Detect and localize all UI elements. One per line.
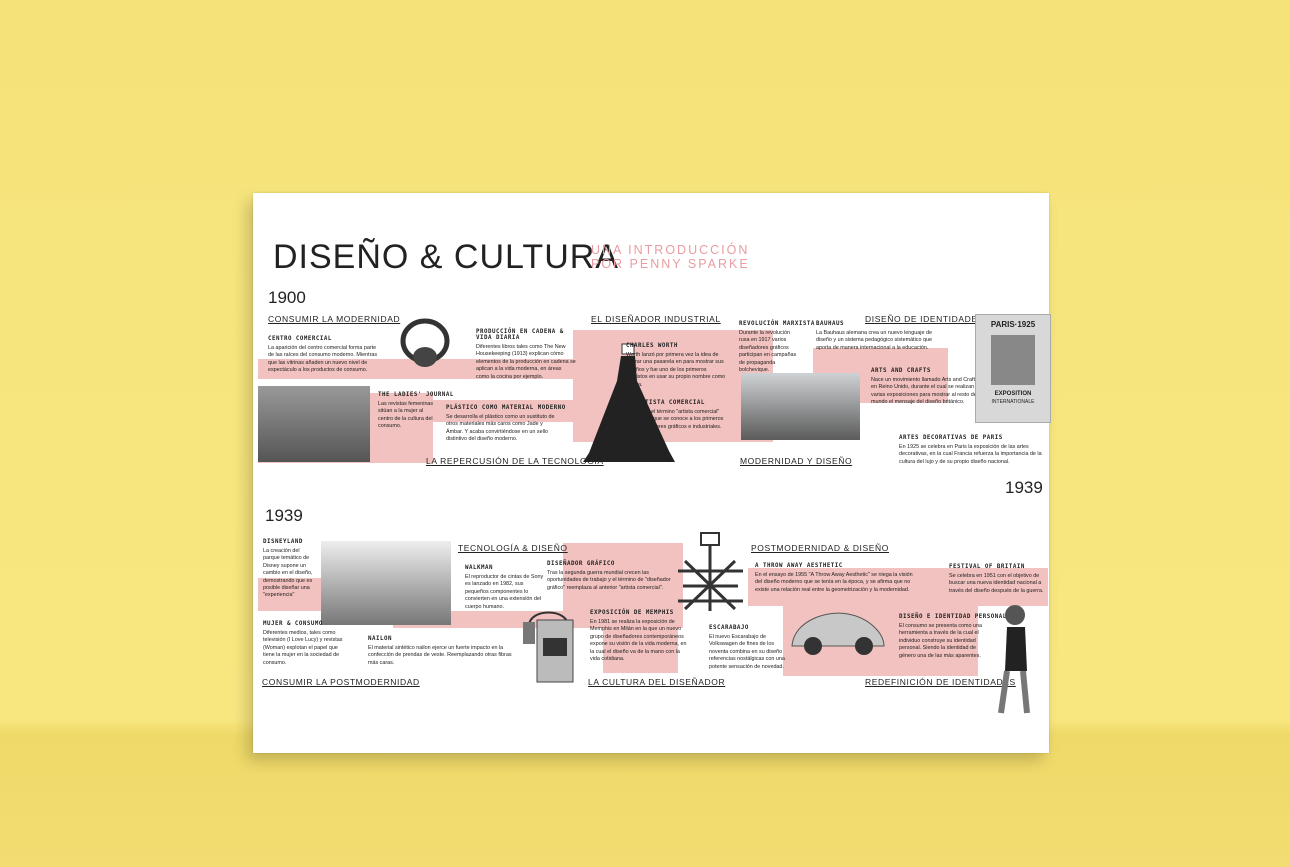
item-ladies-journal: THE LADIES' JOURNAL Las revistas femenin… (378, 392, 454, 430)
section-tecnologia-diseno: TECNOLOGÍA & DISEÑO (458, 543, 568, 553)
item-mujer-consumo: MUJER & CONSUMO Diferentes medios, tales… (263, 621, 343, 666)
item-charles-worth: CHARLES WORTH Worth lanzó por primera ve… (626, 343, 726, 388)
poster: DISEÑO & CULTURA UNA INTRODUCCIÓN POR PE… (253, 193, 1051, 753)
item-artes-decorativas: ARTES DECORATIVAS DE PARIS En 1925 se ce… (899, 435, 1042, 465)
year-1939: 1939 (265, 506, 303, 525)
item-produccion-cadena: PRODUCCIÓN EN CADENA & VIDA DIARIA Difer… (476, 329, 576, 380)
section-consumir-postmodernidad: CONSUMIR LA POSTMODERNIDAD (262, 677, 420, 687)
item-festival-britain: FESTIVAL OF BRITAIN Se celebra en 1951 c… (949, 564, 1044, 594)
item-walkman: WALKMAN El reproductor de cintas de Sony… (465, 565, 544, 610)
item-disneyland: DISNEYLAND La creación del parque temáti… (263, 539, 313, 599)
item-centro-comercial: CENTRO COMERCIAL La aparición del centro… (268, 336, 378, 374)
department-store-photo (258, 386, 370, 462)
page-title: DISEÑO & CULTURA (273, 238, 619, 276)
item-plastico: PLÁSTICO COMO MATERIAL MODERNO Se desarr… (446, 405, 566, 443)
item-artista-comercial: ARTISTA COMERCIAL Nace el término "artis… (637, 400, 724, 430)
memphis-shelf-image (678, 532, 743, 611)
section-disenador-industrial: EL DISEÑADOR INDUSTRIAL (591, 314, 721, 324)
item-revolucion-marxista: REVOLUCIÓN MARXISTA Durante la revolució… (739, 321, 815, 374)
walkman-image (523, 611, 574, 683)
year-1900: 1900 (268, 288, 306, 307)
section-postmodernidad-diseno: POSTMODERNIDAD & DISEÑO (751, 543, 890, 553)
vw-beetle-image (791, 612, 885, 655)
section-cultura-disenador: LA CULTURA DEL DISEÑADOR (588, 677, 726, 687)
paris-1925-poster: PARIS·1925 EXPOSITION INTERNATIONALE (975, 314, 1051, 423)
subtitle-line1: UNA INTRODUCCIÓN (591, 243, 750, 257)
item-escarabajo: ESCARABAJO El nuevo Escarabajo de Volksw… (709, 625, 785, 670)
subtitle-line2: POR PENNY SPARKE (591, 257, 750, 271)
barbie-figure-image (998, 605, 1030, 714)
year-1939-end: 1939 (1005, 478, 1043, 497)
item-throw-away-aesthetic: A THROW AWAY AESTHETIC En el ensayo de 1… (755, 563, 913, 593)
item-disenador-grafico: DISEÑADOR GRÁFICO Tras la segunda guerra… (547, 561, 671, 591)
item-identidad-personal: DISEÑO E IDENTIDAD PERSONAL El consumo s… (899, 614, 1007, 659)
bauhaus-building-photo (741, 373, 860, 440)
section-modernidad-diseno: MODERNIDAD Y DISEÑO (740, 456, 853, 466)
item-bauhaus: BAUHAUS La Bauhaus alemana crea un nuevo… (816, 321, 932, 351)
necklace-image (400, 318, 450, 367)
paris-poster-figure (991, 335, 1035, 385)
item-nailon: NAILON El material sintético nailon ejer… (368, 636, 512, 666)
disney-castle-photo (321, 541, 451, 625)
item-exposicion-memphis: EXPOSICIÓN DE MEMPHIS En 1981 se realiza… (590, 610, 687, 663)
item-arts-and-crafts: ARTS AND CRAFTS Nace un movimiento llama… (871, 368, 978, 406)
section-repercusion-tecnologia: LA REPERCUSIÓN DE LA TECNOLOGÍA (426, 456, 604, 466)
section-consumir-modernidad: CONSUMIR LA MODERNIDAD (268, 314, 401, 324)
